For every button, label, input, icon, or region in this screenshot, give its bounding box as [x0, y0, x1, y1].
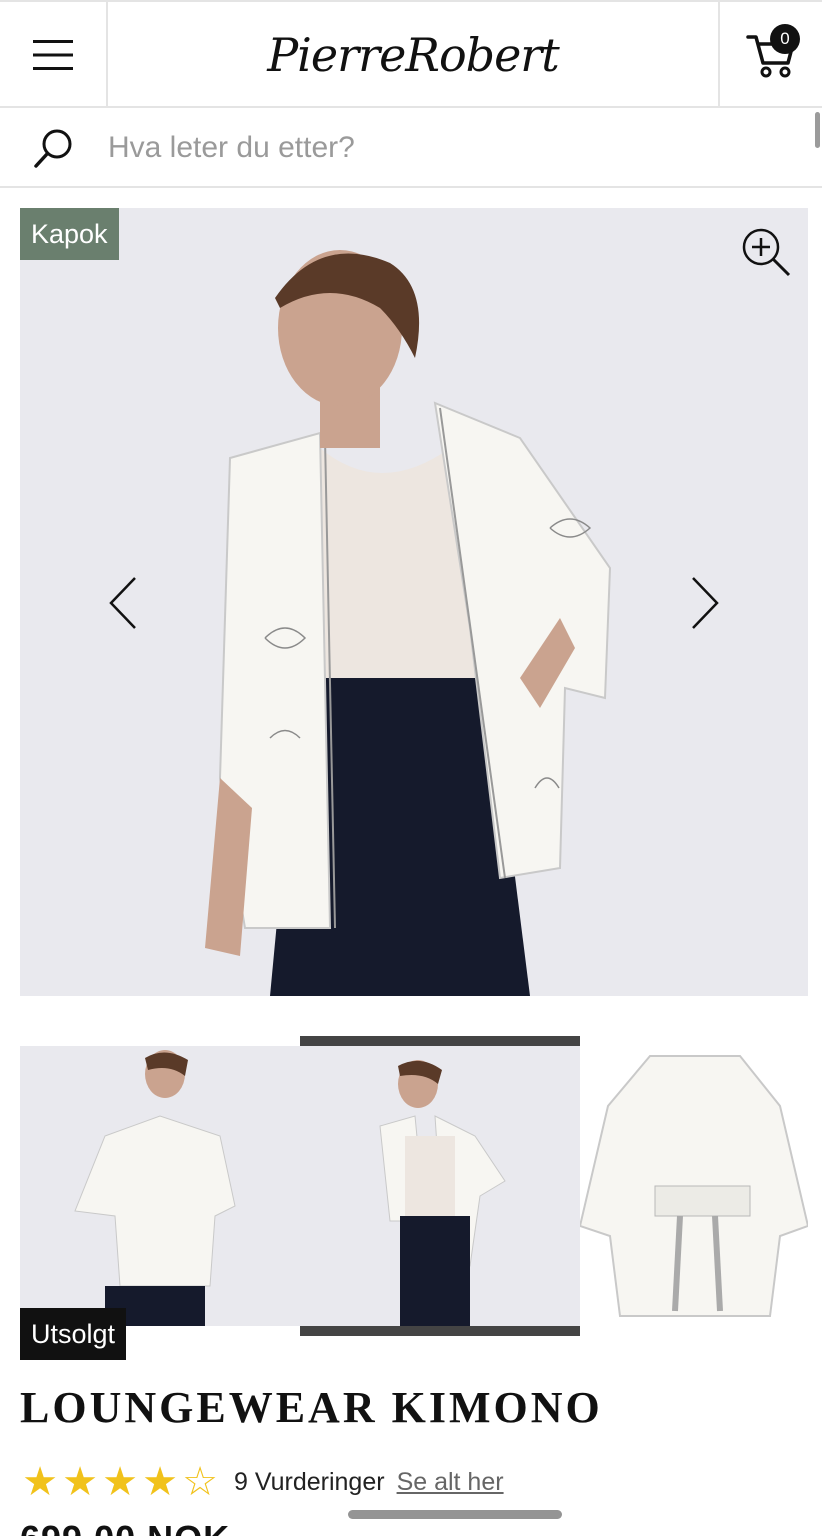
see-all-reviews-link[interactable]: Se alt her — [397, 1468, 504, 1497]
star-icon: ★ — [102, 1460, 138, 1504]
thumbnail-image — [580, 1046, 822, 1326]
thumbnail-image — [20, 1046, 300, 1326]
product-rating: ★ ★ ★ ★ ☆ 9 Vurderinger Se alt her — [20, 1460, 504, 1504]
search-input[interactable] — [108, 131, 748, 165]
thumbnail-1[interactable] — [20, 1036, 300, 1336]
star-icon: ★ — [22, 1460, 58, 1504]
previous-image-button[interactable] — [98, 568, 148, 638]
product-price: 699,00 NOK — [20, 1518, 230, 1536]
next-image-button[interactable] — [680, 568, 730, 638]
rating-stars[interactable]: ★ ★ ★ ★ ☆ — [20, 1462, 220, 1502]
thumbnail-image — [300, 1046, 580, 1326]
star-icon: ★ — [142, 1460, 178, 1504]
logo-text: PierreRobert — [267, 28, 560, 82]
search-bar — [0, 110, 822, 188]
product-title: LOUNGEWEAR KIMONO — [20, 1383, 603, 1432]
site-header: PierreRobert 0 — [0, 0, 822, 108]
chevron-right-icon — [692, 577, 719, 629]
menu-button[interactable] — [0, 2, 108, 108]
review-count: 9 Vurderinger — [234, 1467, 385, 1496]
cart-button[interactable]: 0 — [718, 2, 822, 108]
chevron-left-icon — [109, 577, 136, 629]
brand-badge[interactable]: Kapok — [20, 208, 119, 260]
zoom-button[interactable] — [740, 226, 792, 283]
search-icon — [34, 129, 72, 168]
sold-out-badge: Utsolgt — [20, 1308, 127, 1360]
thumbnail-2-selected[interactable] — [300, 1036, 580, 1336]
product-main-image[interactable]: Kapok — [20, 208, 808, 996]
cart-count-badge: 0 — [770, 24, 800, 54]
logo[interactable]: PierreRobert — [108, 2, 718, 108]
hamburger-menu-icon — [33, 40, 73, 70]
star-outline-icon: ☆ — [182, 1460, 218, 1504]
star-icon: ★ — [62, 1460, 98, 1504]
scrollbar[interactable] — [815, 112, 820, 148]
zoom-in-icon — [742, 228, 791, 277]
search-button[interactable] — [0, 110, 108, 186]
thumbnail-3[interactable] — [580, 1036, 822, 1336]
home-indicator — [348, 1510, 562, 1519]
